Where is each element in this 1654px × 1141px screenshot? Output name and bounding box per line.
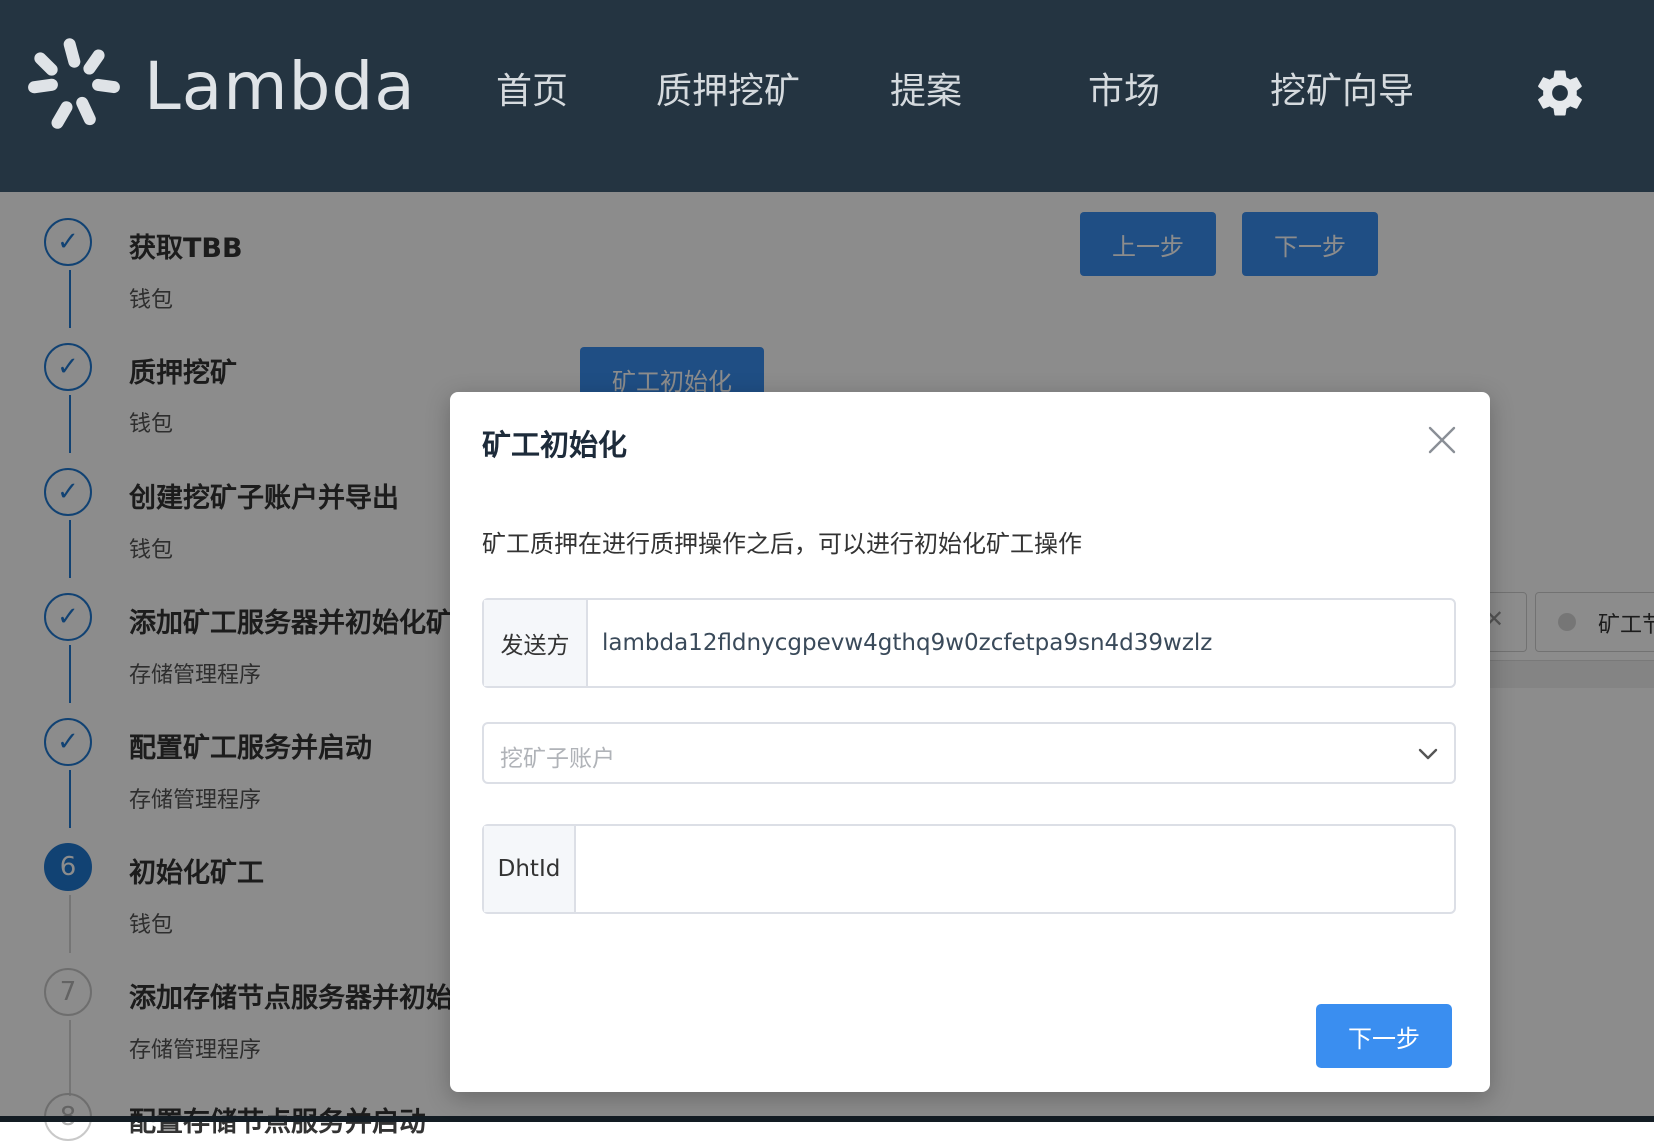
nav-mining-guide[interactable]: 挖矿向导 xyxy=(1270,70,1414,114)
nav-home[interactable]: 首页 xyxy=(496,70,568,114)
nav-proposals[interactable]: 提案 xyxy=(890,70,962,114)
sender-input[interactable] xyxy=(588,600,1454,686)
sender-label: 发送方 xyxy=(484,600,588,686)
dialog-description: 矿工质押在进行质押操作之后，可以进行初始化矿工操作 xyxy=(482,530,1082,558)
dialog-title: 矿工初始化 xyxy=(482,428,628,462)
brand-name: Lambda xyxy=(144,48,416,125)
close-icon[interactable] xyxy=(1424,422,1460,458)
top-header: Lambda 首页 质押挖矿 提案 市场 挖矿向导 xyxy=(0,0,1654,192)
nav-staking[interactable]: 质押挖矿 xyxy=(656,70,800,114)
nav-market[interactable]: 市场 xyxy=(1088,70,1160,114)
chevron-down-icon xyxy=(1418,748,1438,760)
dialog-next-button[interactable]: 下一步 xyxy=(1316,1004,1452,1068)
dhtid-input[interactable] xyxy=(576,826,1454,912)
dhtid-label: DhtId xyxy=(484,826,576,912)
sender-field-group: 发送方 xyxy=(482,598,1456,688)
gear-icon[interactable] xyxy=(1533,66,1587,120)
miner-init-dialog: 矿工初始化 矿工质押在进行质押操作之后，可以进行初始化矿工操作 发送方 挖矿子账… xyxy=(450,392,1490,1092)
select-placeholder: 挖矿子账户 xyxy=(500,746,615,772)
lambda-logo-icon xyxy=(28,38,120,129)
lambda-logo[interactable]: Lambda xyxy=(26,36,415,140)
mining-subaccount-select[interactable]: 挖矿子账户 xyxy=(482,722,1456,784)
dhtid-field-group: DhtId xyxy=(482,824,1456,914)
